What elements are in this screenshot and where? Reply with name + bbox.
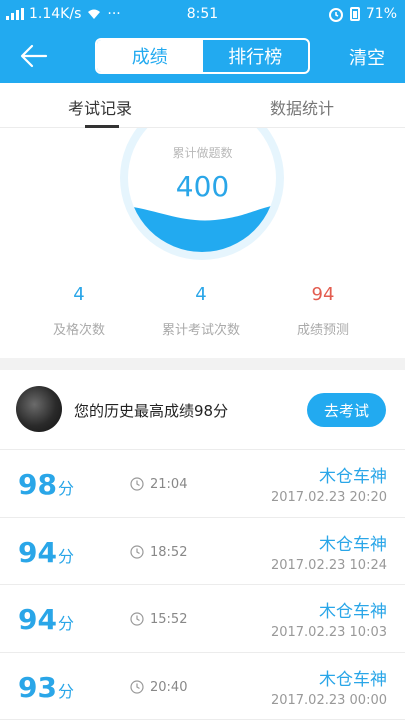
- best-score-row: 您的历史最高成绩98分 去考试: [0, 370, 405, 450]
- stat-pass-count: 4 及格次数: [19, 284, 139, 338]
- record-date: 2017.02.23 10:24: [270, 557, 387, 573]
- gauge-value: 400: [175, 170, 230, 203]
- stat-value: 94: [311, 284, 335, 305]
- record-duration: 18:52: [150, 544, 188, 560]
- record-tabs: 考试记录 数据统计: [0, 83, 405, 128]
- record-date: 2017.02.23 20:20: [270, 490, 387, 505]
- record-user-name: 木仓车神: [319, 669, 387, 690]
- record-list: 98分 21:04 木仓车神 2017.02.23 20:20 94分 18:5…: [0, 450, 405, 720]
- score-value: 93: [18, 670, 57, 704]
- score-value: 98: [18, 468, 57, 501]
- segment-ranking[interactable]: 排行榜: [203, 40, 309, 72]
- nav-header: 成绩 排行榜 清空: [0, 30, 405, 83]
- tab-exam-records[interactable]: 考试记录: [68, 95, 132, 119]
- alarm-icon: [328, 8, 343, 22]
- clear-button[interactable]: 清空: [349, 44, 385, 70]
- clock-icon: [130, 679, 144, 694]
- record-score: 98分: [18, 468, 74, 501]
- section-divider: [0, 358, 405, 370]
- segment-control: 成绩 排行榜: [95, 38, 310, 74]
- list-item[interactable]: 94分 15:52 木仓车神 2017.02.23 10:03: [0, 585, 405, 653]
- status-bar: 1.14K/s ··· 8:51 71%: [0, 0, 405, 30]
- best-score-text: 您的历史最高成绩98分: [74, 402, 229, 420]
- stat-exam-count: 4 累计考试次数: [141, 284, 261, 338]
- stat-score-prediction: 94 成绩预测: [263, 284, 383, 338]
- stat-value: 4: [195, 284, 207, 305]
- record-duration: 15:52: [150, 612, 188, 627]
- list-item[interactable]: 98分 21:04 木仓车神 2017.02.23 20:20: [0, 450, 405, 518]
- take-exam-button[interactable]: 去考试: [307, 393, 386, 427]
- record-user-name: 木仓车神: [319, 602, 387, 622]
- record-date: 2017.02.23 00:00: [270, 692, 387, 708]
- stat-value: 4: [73, 284, 85, 305]
- battery-icon: [349, 7, 360, 21]
- score-unit: 分: [57, 681, 74, 701]
- record-date: 2017.02.23 10:03: [270, 625, 387, 640]
- battery-percent: 71%: [365, 6, 397, 22]
- clock-icon: [130, 544, 144, 559]
- back-arrow-icon[interactable]: [18, 42, 50, 70]
- list-item[interactable]: 94分 18:52 木仓车神 2017.02.23 10:24: [0, 518, 405, 585]
- list-item[interactable]: 93分 20:40 木仓车神 2017.02.23 00:00: [0, 653, 405, 720]
- clock-icon: [130, 477, 144, 491]
- gauge-title: 累计做题数: [172, 146, 233, 160]
- stat-label: 成绩预测: [296, 323, 349, 338]
- app-header-bar: 1.14K/s ··· 8:51 71% 成绩 排行榜 清空: [0, 0, 405, 83]
- record-score: 94分: [18, 536, 74, 569]
- clock-icon: [130, 612, 144, 626]
- record-score: 94分: [18, 603, 74, 636]
- stats-row: 4 及格次数 4 累计考试次数 94 成绩预测: [0, 284, 405, 344]
- score-unit: 分: [57, 479, 74, 498]
- score-value: 94: [18, 603, 57, 636]
- score-unit: 分: [57, 614, 74, 633]
- record-user-name: 木仓车神: [319, 467, 387, 487]
- record-duration: 21:04: [150, 477, 188, 492]
- score-value: 94: [18, 535, 57, 569]
- score-unit: 分: [57, 546, 74, 566]
- question-count-gauge: 累计做题数 400 4 及格次数 4 累计考试次数 94 成绩预测: [0, 128, 405, 358]
- status-right: 71%: [328, 6, 397, 22]
- record-score: 93分: [18, 671, 74, 704]
- avatar[interactable]: [16, 386, 62, 432]
- record-duration: 20:40: [150, 679, 188, 695]
- segment-scores[interactable]: 成绩: [97, 40, 203, 72]
- tab-statistics[interactable]: 数据统计: [270, 95, 334, 119]
- stat-label: 及格次数: [52, 323, 105, 338]
- stat-label: 累计考试次数: [161, 323, 240, 338]
- record-user-name: 木仓车神: [319, 534, 387, 555]
